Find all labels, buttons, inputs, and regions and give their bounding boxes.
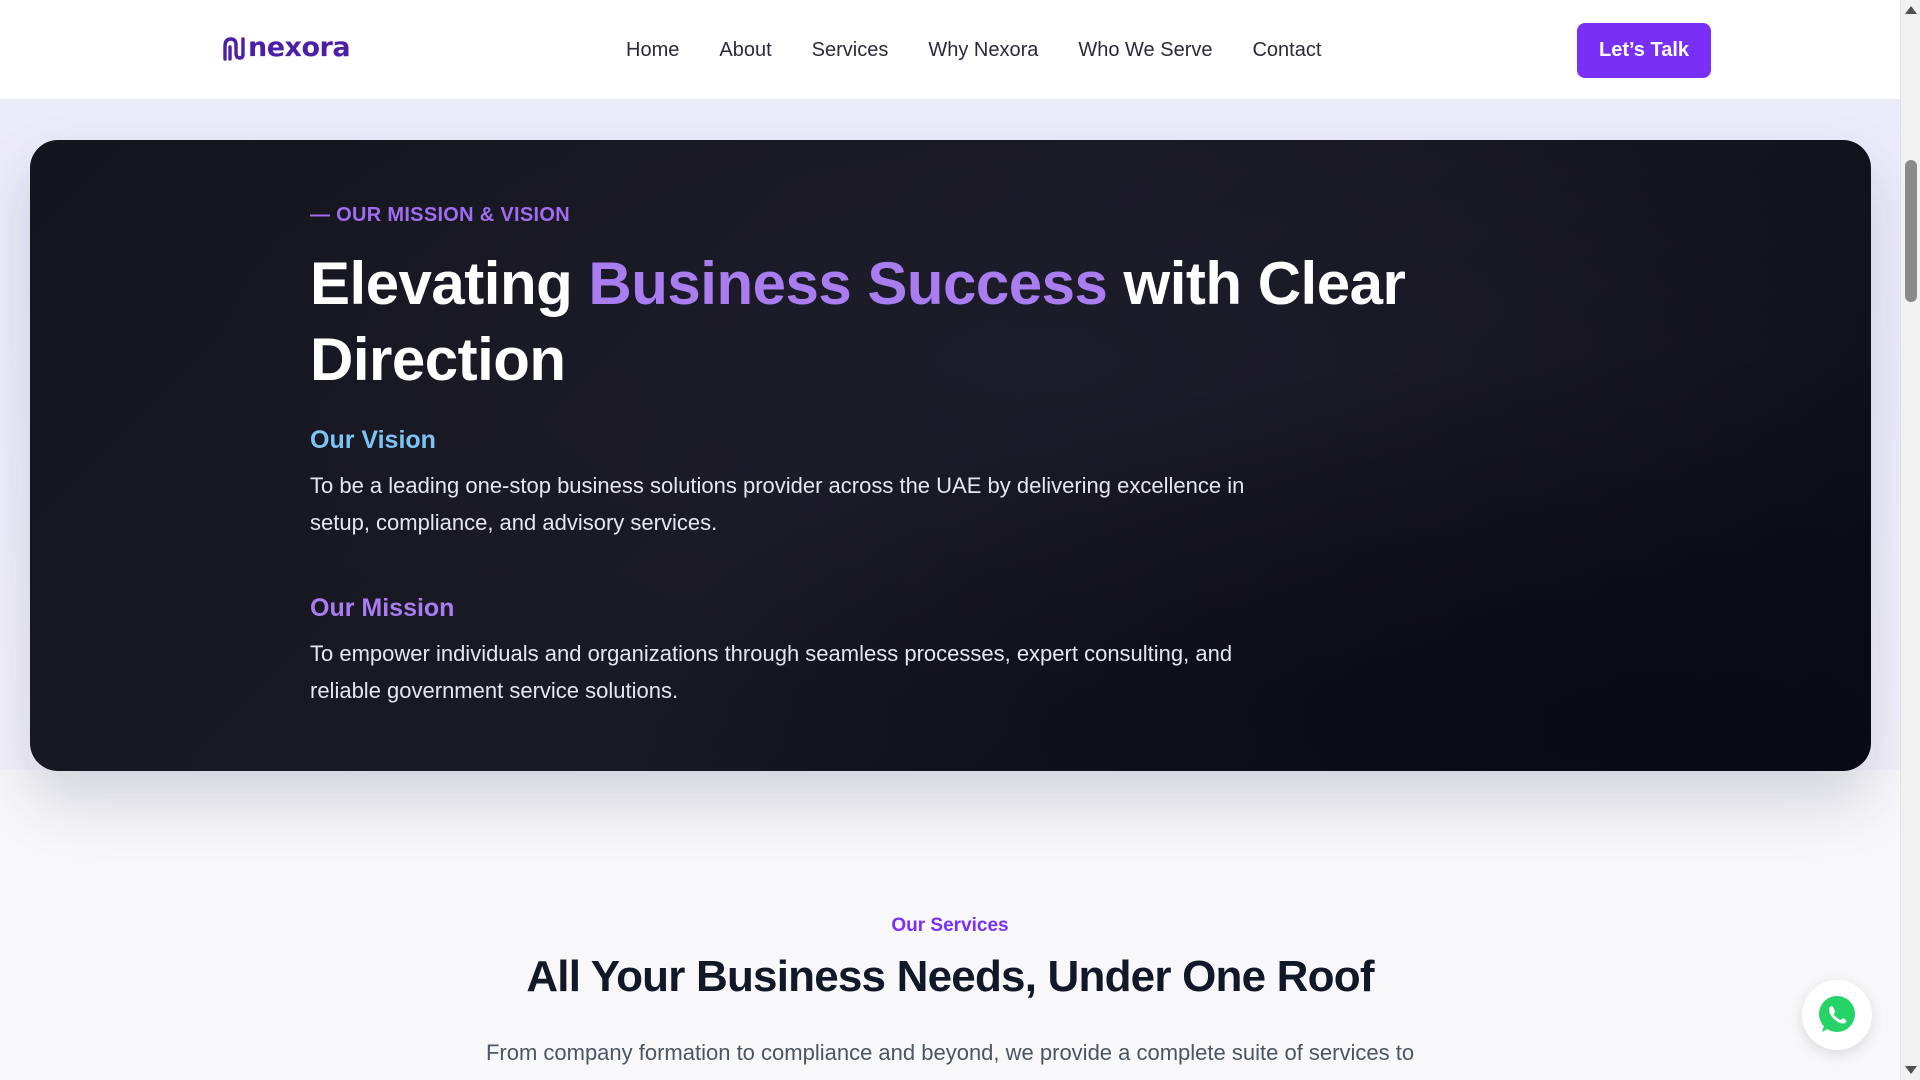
logo-text: nexora xyxy=(248,32,351,63)
main-nav: Home About Services Why Nexora Who We Se… xyxy=(626,36,1361,64)
nav-home[interactable]: Home xyxy=(626,36,679,64)
hero-title-part-1: Elevating xyxy=(310,250,589,317)
hero-title: Elevating Business Success with Clear Di… xyxy=(310,246,1430,398)
scrollbar[interactable] xyxy=(1900,0,1920,1080)
services-title: All Your Business Needs, Under One Roof xyxy=(526,952,1374,1001)
nav-about[interactable]: About xyxy=(719,36,771,64)
nav-why-nexora[interactable]: Why Nexora xyxy=(928,36,1038,64)
mission-text: To empower individuals and organizations… xyxy=(310,641,1233,703)
hero-title-accent: Business Success xyxy=(588,250,1108,317)
scroll-thumb[interactable] xyxy=(1905,160,1917,302)
page: nexora Home About Services Why Nexora Wh… xyxy=(0,0,1900,1080)
nexora-logo-mark-icon xyxy=(223,37,245,61)
scroll-down-arrow-icon[interactable] xyxy=(1905,1066,1917,1074)
mission-vision-hero: — OUR MISSION & VISION Elevating Busines… xyxy=(30,140,1871,771)
nav-services[interactable]: Services xyxy=(812,36,889,64)
nav-contact[interactable]: Contact xyxy=(1252,36,1321,64)
hero-eyebrow: — OUR MISSION & VISION xyxy=(310,204,570,226)
site-header: nexora Home About Services Why Nexora Wh… xyxy=(0,0,1900,100)
services-description: From company formation to compliance and… xyxy=(485,1040,1415,1065)
vision-text: To be a leading one-stop business soluti… xyxy=(310,473,1245,535)
whatsapp-icon xyxy=(1819,996,1855,1032)
vision-heading: Our Vision xyxy=(310,426,436,454)
whatsapp-button[interactable] xyxy=(1802,980,1872,1050)
logo[interactable]: nexora xyxy=(222,32,351,63)
services-eyebrow: Our Services xyxy=(891,915,1009,936)
scroll-up-arrow-icon[interactable] xyxy=(1905,6,1917,14)
lets-talk-button[interactable]: Let’s Talk xyxy=(1577,23,1711,78)
nav-who-we-serve[interactable]: Who We Serve xyxy=(1078,36,1212,64)
mission-heading: Our Mission xyxy=(310,594,455,622)
